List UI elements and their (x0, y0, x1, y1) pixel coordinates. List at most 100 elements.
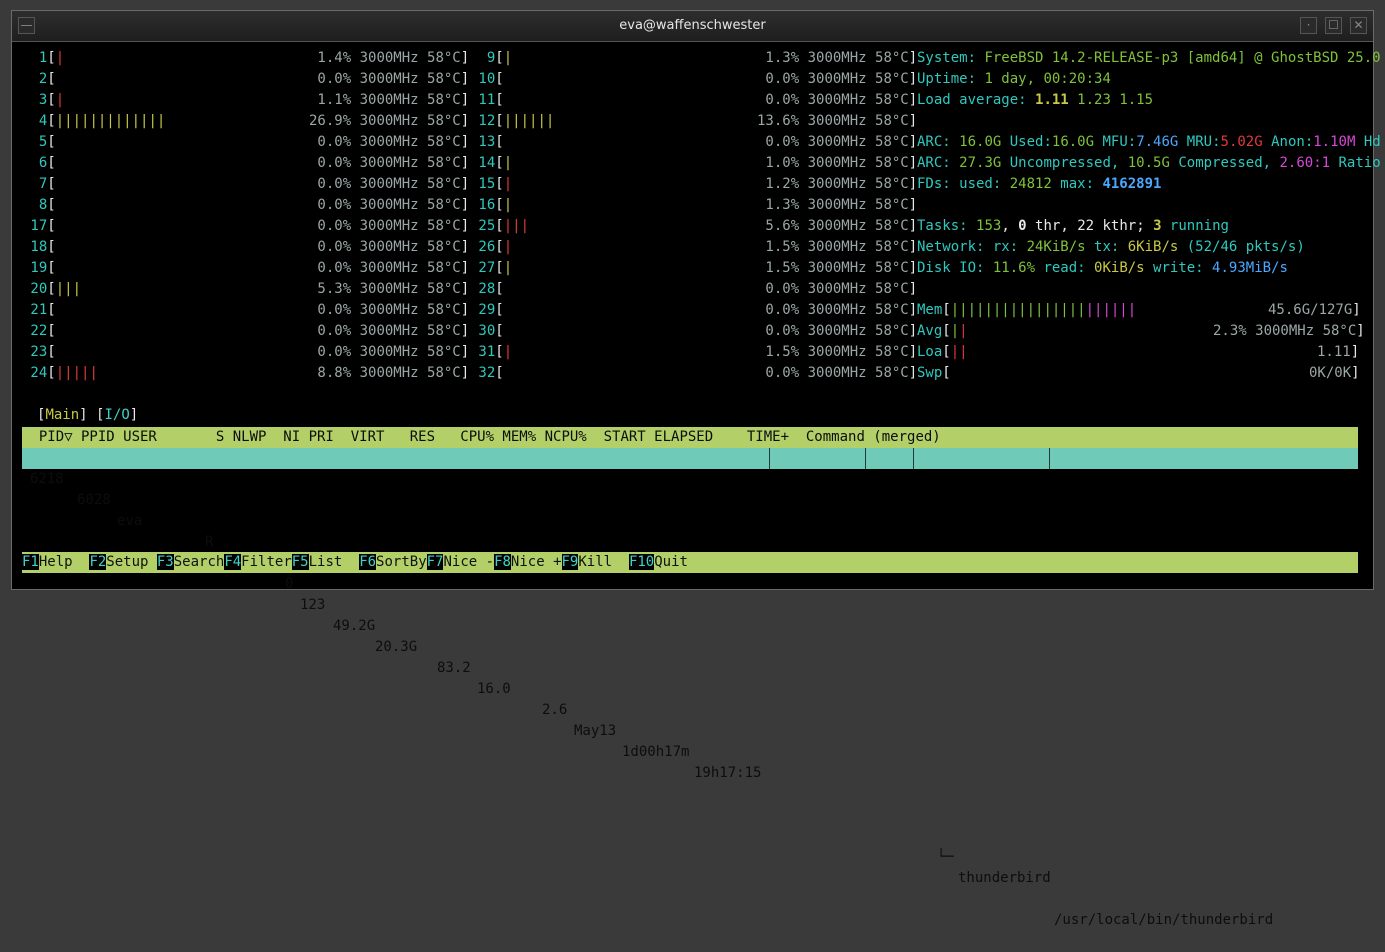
tree-guide (913, 448, 914, 469)
cpu-id: 7 (22, 176, 48, 192)
fkey-f2[interactable]: F2Setup (89, 554, 156, 570)
cpu-id: 27 (470, 260, 496, 276)
cpu-id: 32 (470, 365, 496, 381)
cpu-id: 14 (470, 155, 496, 171)
cpu-meter-14: 14[| (470, 155, 513, 171)
cpu-id: 21 (22, 302, 48, 318)
mem-value: 45.6G/127G] (1268, 302, 1361, 318)
cpu-meter-20: 20[||| (22, 281, 82, 297)
cpu-value-11: 0.0% 3000MHz 58°C] (757, 92, 918, 108)
cpu-meter-8: 8[ (22, 197, 56, 213)
cpu-meter-4: 4[||||||||||||| (22, 113, 166, 129)
cpu-bar: ||||||||||||| (55, 113, 166, 129)
fkey-f4[interactable]: F4Filter (224, 554, 292, 570)
cpu-id: 3 (22, 92, 48, 108)
cell-time: 19h17:15 (694, 765, 762, 781)
tab-main[interactable]: Main (45, 407, 79, 423)
tree-branch-icon: └─ (937, 849, 954, 865)
cell-virt: 49.2G (333, 618, 376, 634)
cpu-id: 12 (470, 113, 496, 129)
cell-ncpu: 2.6 (542, 702, 568, 718)
cpu-value-27: 1.5% 3000MHz 58°C] (757, 260, 918, 276)
table-row[interactable]: 6218 6028 eva R 75 0 123 49.2G 20.3G 83.… (22, 448, 1358, 928)
cpu-id: 10 (470, 71, 496, 87)
cpu-value-13: 0.0% 3000MHz 58°C] (757, 134, 918, 150)
cpu-id: 29 (470, 302, 496, 318)
cpu-value-1: 1.4% 3000MHz 58°C] (309, 50, 470, 66)
cpu-value-2: 0.0% 3000MHz 58°C] (309, 71, 470, 87)
cell-ppid: 6028 (77, 492, 111, 508)
loa-value: 1.11] (1317, 344, 1360, 360)
cpu-value-7: 0.0% 3000MHz 58°C] (309, 176, 470, 192)
uptime-line: Uptime: 1 day, 00:20:34 (917, 71, 1111, 87)
uptime-value: 1 day, 00:20:34 (984, 71, 1111, 87)
cpu-id: 30 (470, 323, 496, 339)
cpu-value-17: 0.0% 3000MHz 58°C] (309, 218, 470, 234)
cpu-bar: ||| (503, 218, 530, 234)
cpu-value-30: 0.0% 3000MHz 58°C] (757, 323, 918, 339)
cpu-meter-21: 21[ (22, 302, 56, 318)
cpu-id: 9 (470, 50, 496, 66)
cpu-id: 31 (470, 344, 496, 360)
cpu-meter-16: 16[| (470, 197, 513, 213)
cpu-value-3: 1.1% 3000MHz 58°C] (309, 92, 470, 108)
cpu-meter-17: 17[ (22, 218, 56, 234)
cpu-bar: ||| (55, 281, 82, 297)
cpu-meter-24: 24[||||| (22, 365, 98, 381)
cell-res: 20.3G (375, 639, 418, 655)
fkey-f9[interactable]: F9Kill (561, 554, 629, 570)
cpu-meter-19: 19[ (22, 260, 56, 276)
cpu-id: 17 (22, 218, 48, 234)
process-table-header[interactable]: PID▽ PPID USER S NLWP NI PRI VIRT RES CP… (22, 427, 1358, 448)
cpu-bar: | (503, 50, 513, 66)
cpu-id: 8 (22, 197, 48, 213)
cell-cpu: 83.2 (437, 660, 471, 676)
cell-command: thunderbird (958, 870, 1051, 886)
cpu-bar: | (503, 155, 513, 171)
mem-meter: Mem[|||||||||||||||||||||| (917, 302, 1137, 318)
cpu-id: 22 (22, 323, 48, 339)
cpu-id: 23 (22, 344, 48, 360)
cpu-meter-10: 10[ (470, 71, 504, 87)
fkey-f1[interactable]: F1Help (22, 554, 89, 570)
cpu-id: 18 (22, 239, 48, 255)
avg-value: 2.3% 3000MHz 58°C] (1213, 323, 1365, 339)
fkey-f10[interactable]: F10Quit (628, 554, 705, 570)
cpu-id: 20 (22, 281, 48, 297)
cpu-value-25: 5.6% 3000MHz 58°C] (757, 218, 918, 234)
fds-line: FDs: used: 24812 max: 4162891 (917, 176, 1162, 192)
fkey-f7[interactable]: F7Nice - (426, 554, 494, 570)
cpu-bar: | (503, 176, 513, 192)
cpu-meter-22: 22[ (22, 323, 56, 339)
cpu-id: 25 (470, 218, 496, 234)
cpu-bar: | (55, 50, 65, 66)
cpu-bar: | (503, 344, 513, 360)
load-15: 1.15 (1119, 92, 1154, 108)
cpu-meter-7: 7[ (22, 176, 56, 192)
fkey-f6[interactable]: F6SortBy (359, 554, 427, 570)
cpu-meter-1: 1[| (22, 50, 65, 66)
cpu-value-14: 1.0% 3000MHz 58°C] (757, 155, 918, 171)
cpu-value-8: 0.0% 3000MHz 58°C] (309, 197, 470, 213)
fkey-f5[interactable]: F5List (291, 554, 359, 570)
system-line: System: FreeBSD 14.2-RELEASE-p3 [amd64] … (917, 50, 1381, 66)
cpu-value-16: 1.3% 3000MHz 58°C] (757, 197, 918, 213)
cpu-value-19: 0.0% 3000MHz 58°C] (309, 260, 470, 276)
fkey-f3[interactable]: F3Search (156, 554, 224, 570)
cpu-meter-26: 26[| (470, 239, 513, 255)
cpu-value-32: 0.0% 3000MHz 58°C] (757, 365, 918, 381)
cpu-meter-9: 9[| (470, 50, 513, 66)
cpu-meter-12: 12[|||||| (470, 113, 555, 129)
fkey-f8[interactable]: F8Nice + (494, 554, 562, 570)
cpu-id: 1 (22, 50, 48, 66)
tab-io[interactable]: I/O (104, 407, 129, 423)
load-1: 1.11 (1035, 92, 1069, 108)
cell-user: eva (117, 513, 143, 529)
cpu-bar: | (55, 92, 65, 108)
cpu-bar: | (503, 239, 513, 255)
network-line: Network: rx: 24KiB/s tx: 6KiB/s (52/46 p… (917, 239, 1305, 255)
cpu-value-6: 0.0% 3000MHz 58°C] (309, 155, 470, 171)
cpu-id: 16 (470, 197, 496, 213)
load-average-line: Load average: 1.11 1.23 1.15 (917, 92, 1154, 108)
terminal-window: — eva@waffenschwester · ☐ ✕ 1[| 1.4% 300… (11, 10, 1381, 928)
